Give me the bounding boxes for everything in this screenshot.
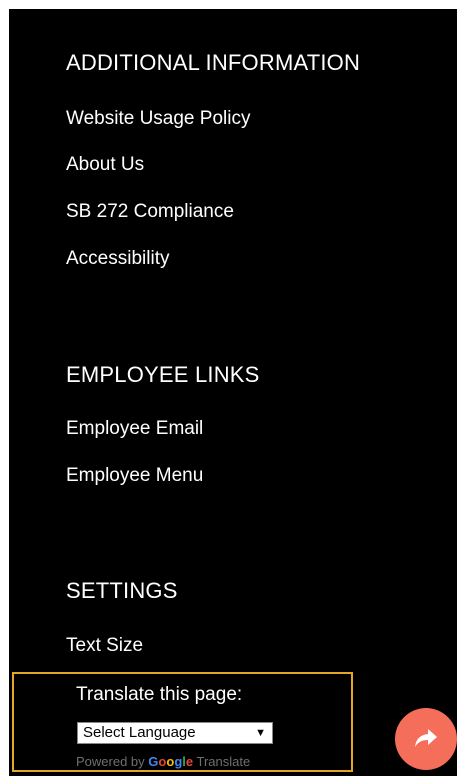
dropdown-arrow-icon: ▼: [255, 727, 266, 739]
link-employee-email[interactable]: Employee Email: [66, 418, 203, 440]
link-sb-272-compliance[interactable]: SB 272 Compliance: [66, 201, 234, 223]
powered-by-google: Powered by Google Translate: [76, 754, 250, 769]
heading-employee-links: EMPLOYEE LINKS: [66, 362, 260, 387]
translate-label: Translate this page:: [76, 684, 243, 705]
powered-by-text: Powered by: [76, 754, 145, 769]
translate-word: Translate: [196, 754, 251, 769]
link-accessibility[interactable]: Accessibility: [66, 248, 169, 270]
heading-additional-information: ADDITIONAL INFORMATION: [66, 50, 361, 75]
language-select-value: Select Language: [83, 724, 196, 741]
share-arrow-icon: [415, 729, 437, 747]
translate-widget: Translate this page: Select Language ▼ P…: [12, 672, 353, 772]
google-logo[interactable]: Google: [148, 754, 193, 769]
heading-settings: SETTINGS: [66, 578, 178, 603]
google-letter: G: [148, 754, 159, 769]
link-text-size[interactable]: Text Size: [66, 635, 143, 657]
language-select[interactable]: Select Language ▼: [77, 722, 273, 744]
link-about-us[interactable]: About Us: [66, 154, 144, 176]
link-website-usage-policy[interactable]: Website Usage Policy: [66, 108, 250, 130]
share-button[interactable]: [395, 708, 457, 770]
google-letter: e: [185, 754, 194, 769]
link-employee-menu[interactable]: Employee Menu: [66, 465, 203, 487]
